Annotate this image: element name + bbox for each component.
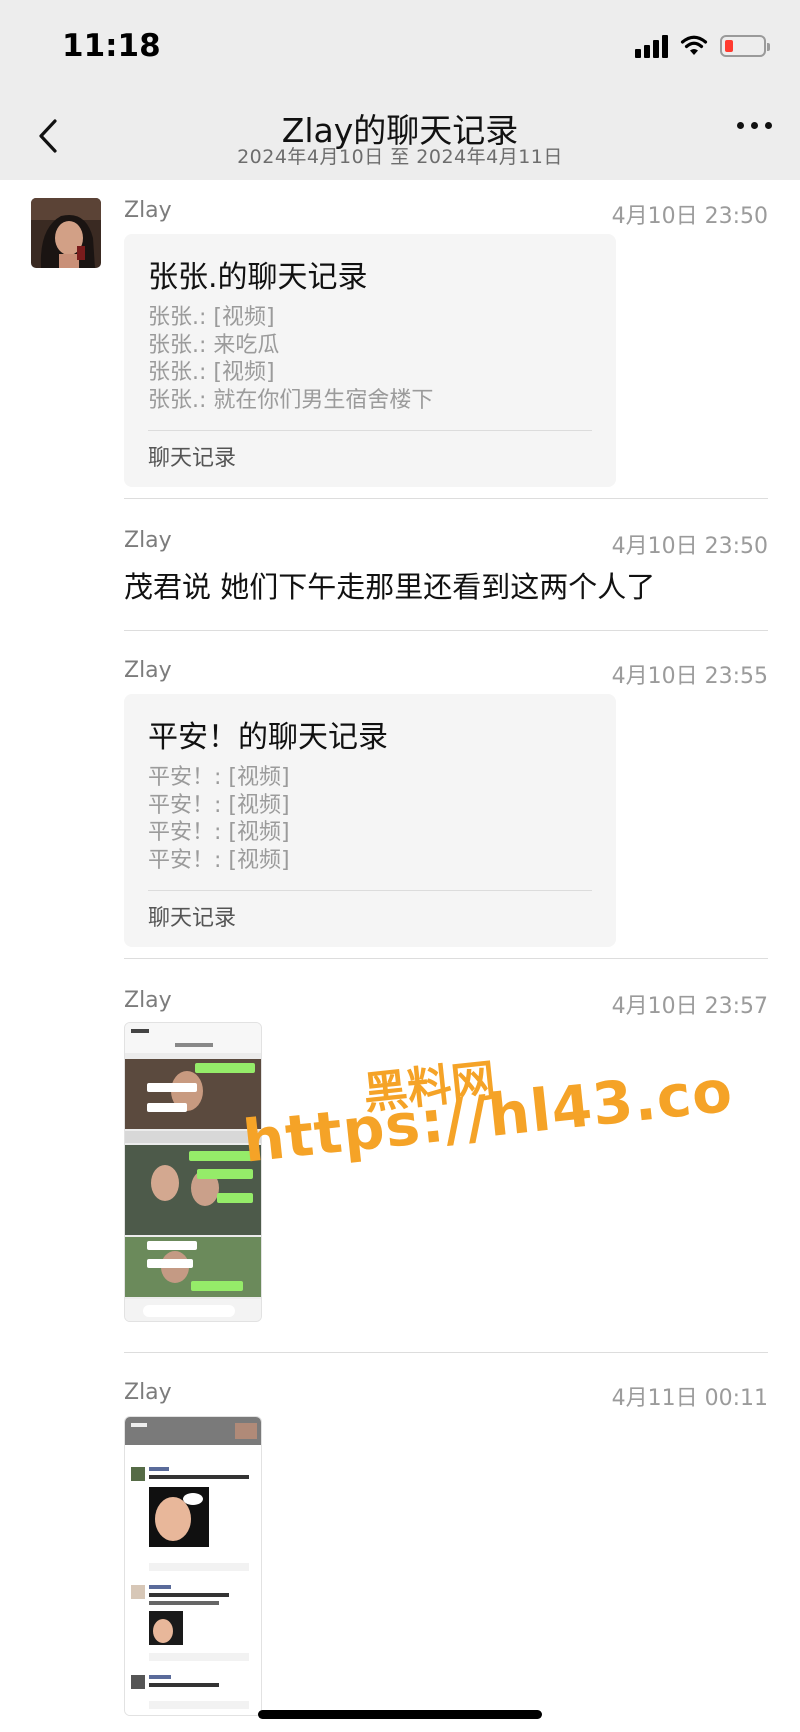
card-line: 平安！: [视频]: [148, 792, 290, 818]
cellular-signal-icon: [635, 34, 668, 58]
message-time: 4月10日 23:57: [611, 994, 768, 1019]
message-sender: Zlay: [124, 1380, 172, 1405]
message-divider: [124, 498, 768, 499]
chat-record-card[interactable]: 平安！的聊天记录 平安！: [视频] 平安！: [视频] 平安！: [视频] 平…: [124, 694, 616, 947]
message-divider: [124, 630, 768, 631]
card-footer: 聊天记录: [148, 906, 237, 931]
more-icon: [737, 122, 744, 129]
message-time: 4月10日 23:50: [611, 204, 768, 229]
message-time: 4月10日 23:50: [611, 534, 768, 559]
card-title: 张张.的聊天记录: [148, 260, 368, 295]
card-line: 平安！: [视频]: [148, 820, 290, 845]
card-line: 张张.: 来吃瓜: [148, 332, 280, 358]
message-divider: [124, 958, 768, 959]
image-thumbnail[interactable]: [124, 1416, 262, 1716]
more-button[interactable]: [737, 122, 772, 129]
message-time: 4月10日 23:55: [611, 664, 768, 689]
wifi-icon: [680, 35, 708, 55]
message-sender: Zlay: [124, 988, 172, 1013]
chat-record-card[interactable]: 张张.的聊天记录 张张.: [视频] 张张.: 来吃瓜 张张.: [视频] 张张…: [124, 234, 616, 487]
message-text[interactable]: 茂君说 她们下午走那里还看到这两个人了: [124, 564, 655, 606]
card-title: 平安！的聊天记录: [148, 720, 388, 755]
date-range: 2024年4月10日 至 2024年4月11日: [237, 146, 563, 168]
card-line: 张张.: [视频]: [148, 360, 275, 385]
battery-icon: [720, 35, 770, 57]
message-sender: Zlay: [124, 658, 172, 683]
card-line: 张张.: 就在你们男生宿舍楼下: [148, 387, 434, 413]
card-line: 张张.: [视频]: [148, 305, 275, 330]
home-indicator: [258, 1710, 542, 1719]
card-footer: 聊天记录: [148, 446, 237, 471]
avatar[interactable]: [31, 198, 101, 268]
card-line: 平安！: [视频]: [148, 765, 290, 790]
message-time: 4月11日 00:11: [611, 1386, 768, 1411]
message-sender: Zlay: [124, 528, 172, 553]
message-sender: Zlay: [124, 198, 172, 223]
message-divider: [124, 1352, 768, 1353]
image-thumbnail[interactable]: [124, 1022, 262, 1322]
status-time: 11:18: [62, 28, 161, 64]
status-icons: [635, 34, 770, 58]
card-line: 平安！: [视频]: [148, 847, 290, 873]
